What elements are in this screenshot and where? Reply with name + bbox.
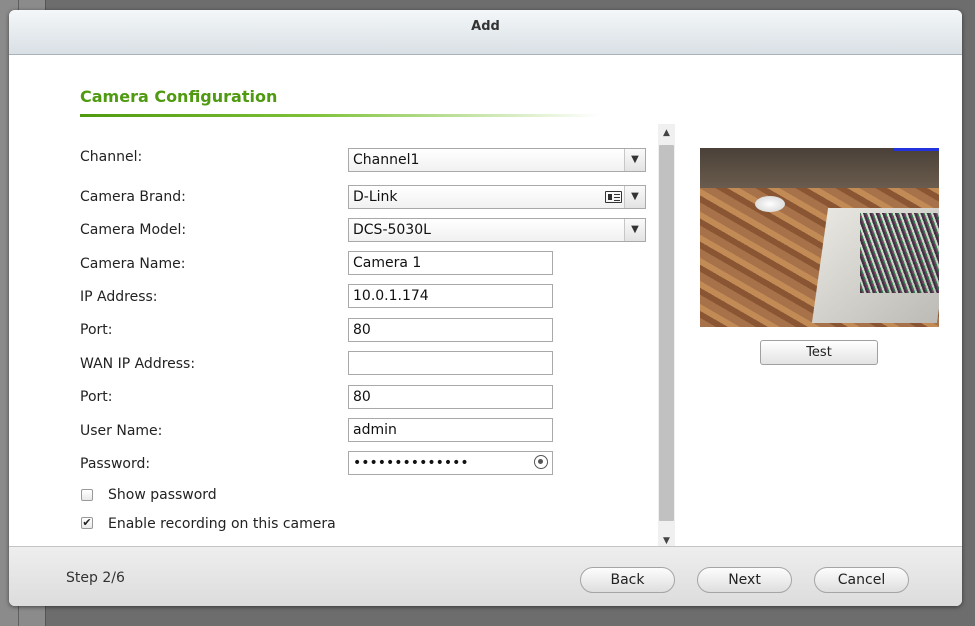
ip-address-label: IP Address: xyxy=(80,289,158,305)
port-input[interactable]: 80 xyxy=(348,318,553,342)
list-card-icon[interactable] xyxy=(605,191,622,203)
add-camera-dialog: Add Camera Configuration Channel: Channe… xyxy=(9,10,962,606)
show-password-label[interactable]: Show password xyxy=(108,487,217,503)
password-label: Password: xyxy=(80,456,151,472)
camera-preview-image xyxy=(700,148,939,327)
form-scrollbar[interactable]: ▲ ▼ xyxy=(658,124,675,550)
checkmark-icon: ✔ xyxy=(82,516,92,529)
step-indicator: Step 2/6 xyxy=(66,570,125,586)
channel-value: Channel1 xyxy=(353,152,420,168)
camera-name-label: Camera Name: xyxy=(80,256,186,272)
dialog-footer: Step 2/6 Back Next Cancel xyxy=(9,546,962,606)
section-title: Camera Configuration xyxy=(80,87,278,106)
wan-ip-label: WAN IP Address: xyxy=(80,356,196,372)
cancel-button[interactable]: Cancel xyxy=(814,567,909,593)
wan-ip-input[interactable] xyxy=(348,351,553,375)
port-label: Port: xyxy=(80,322,113,338)
camera-name-input[interactable]: Camera 1 xyxy=(348,251,553,275)
camera-model-label: Camera Model: xyxy=(80,222,187,238)
user-name-input[interactable]: admin xyxy=(348,418,553,442)
chevron-down-icon[interactable]: ▼ xyxy=(624,219,645,241)
camera-brand-label: Camera Brand: xyxy=(80,189,186,205)
section-underline xyxy=(80,114,600,117)
channel-select[interactable]: Channel1 ▼ xyxy=(348,148,646,172)
camera-brand-select[interactable]: D-Link ▼ xyxy=(348,185,646,209)
channel-label: Channel: xyxy=(80,149,143,165)
scroll-thumb[interactable] xyxy=(659,145,674,521)
next-button[interactable]: Next xyxy=(697,567,792,593)
password-input[interactable]: •••••••••••••• xyxy=(348,451,553,475)
show-password-checkbox[interactable] xyxy=(81,489,93,501)
ip-address-input[interactable]: 10.0.1.174 xyxy=(348,284,553,308)
user-name-label: User Name: xyxy=(80,423,163,439)
eye-icon[interactable] xyxy=(534,455,548,469)
chevron-down-icon[interactable]: ▼ xyxy=(624,149,645,171)
camera-model-value: DCS-5030L xyxy=(353,222,431,238)
dialog-title: Add xyxy=(9,10,962,55)
camera-model-select[interactable]: DCS-5030L ▼ xyxy=(348,218,646,242)
enable-recording-checkbox[interactable]: ✔ xyxy=(81,517,93,529)
scroll-up-icon[interactable]: ▲ xyxy=(658,124,675,142)
back-button[interactable]: Back xyxy=(580,567,675,593)
password-value: •••••••••••••• xyxy=(353,455,469,471)
wan-port-input[interactable]: 80 xyxy=(348,385,553,409)
test-button[interactable]: Test xyxy=(760,340,878,365)
chevron-down-icon[interactable]: ▼ xyxy=(624,186,645,208)
wan-port-label: Port: xyxy=(80,389,113,405)
enable-recording-label[interactable]: Enable recording on this camera xyxy=(108,516,336,532)
camera-brand-value: D-Link xyxy=(353,189,398,205)
